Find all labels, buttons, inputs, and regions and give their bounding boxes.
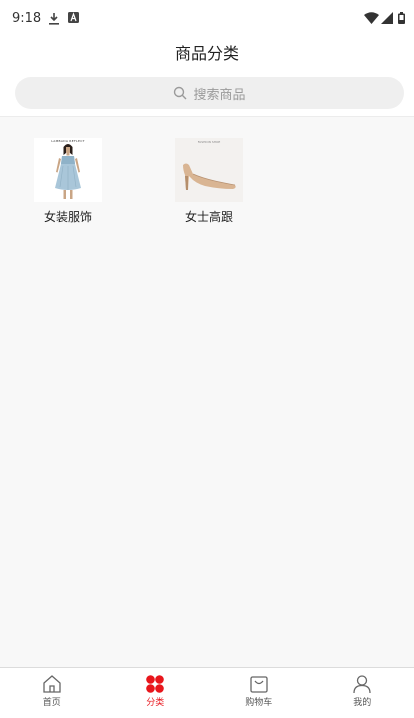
search-section: 搜索商品: [0, 70, 414, 117]
tab-label: 我的: [311, 695, 414, 708]
category-item-high-heels[interactable]: FASHION SHOE 女士高跟: [164, 138, 254, 225]
home-icon: [42, 674, 62, 694]
battery-icon: [398, 12, 405, 24]
dress-image: [34, 138, 102, 202]
category-label: 女装服饰: [23, 208, 113, 225]
tab-cart[interactable]: 购物车: [207, 668, 311, 718]
tab-label: 分类: [104, 695, 208, 708]
category-grid: LAMBADA REFLECT 女装服饰 FASHION SHOE: [0, 117, 414, 668]
tab-label: 购物车: [207, 695, 311, 708]
heel-shoe-image: [175, 138, 243, 202]
page-header: 商品分类: [0, 38, 414, 70]
thumb-brand-text: FASHION SHOE: [175, 140, 243, 144]
tab-home[interactable]: 首页: [0, 668, 104, 718]
category-item-women-clothing[interactable]: LAMBADA REFLECT 女装服饰: [23, 138, 113, 225]
category-icon: [145, 674, 165, 694]
cart-icon: [249, 674, 269, 694]
notification-a-icon: [68, 12, 79, 23]
search-placeholder: 搜索商品: [193, 84, 245, 103]
bottom-tab-bar: 首页 分类 购物车 我的: [0, 667, 414, 718]
signal-icon: [381, 12, 393, 24]
tab-profile[interactable]: 我的: [311, 668, 414, 718]
page-title: 商品分类: [175, 40, 239, 64]
category-thumb-dress: LAMBADA REFLECT: [34, 138, 102, 202]
search-input[interactable]: 搜索商品: [15, 77, 404, 109]
tab-label: 首页: [0, 695, 104, 708]
tab-category[interactable]: 分类: [104, 668, 208, 718]
search-icon: [173, 86, 187, 100]
status-bar: 9:18: [0, 0, 414, 38]
download-icon: [48, 12, 60, 25]
status-time: 9:18: [12, 11, 41, 26]
category-label: 女士高跟: [164, 208, 254, 225]
category-thumb-heels: FASHION SHOE: [175, 138, 243, 202]
user-icon: [352, 674, 372, 694]
wifi-icon: [364, 12, 379, 24]
thumb-brand-text: LAMBADA REFLECT: [34, 139, 102, 143]
